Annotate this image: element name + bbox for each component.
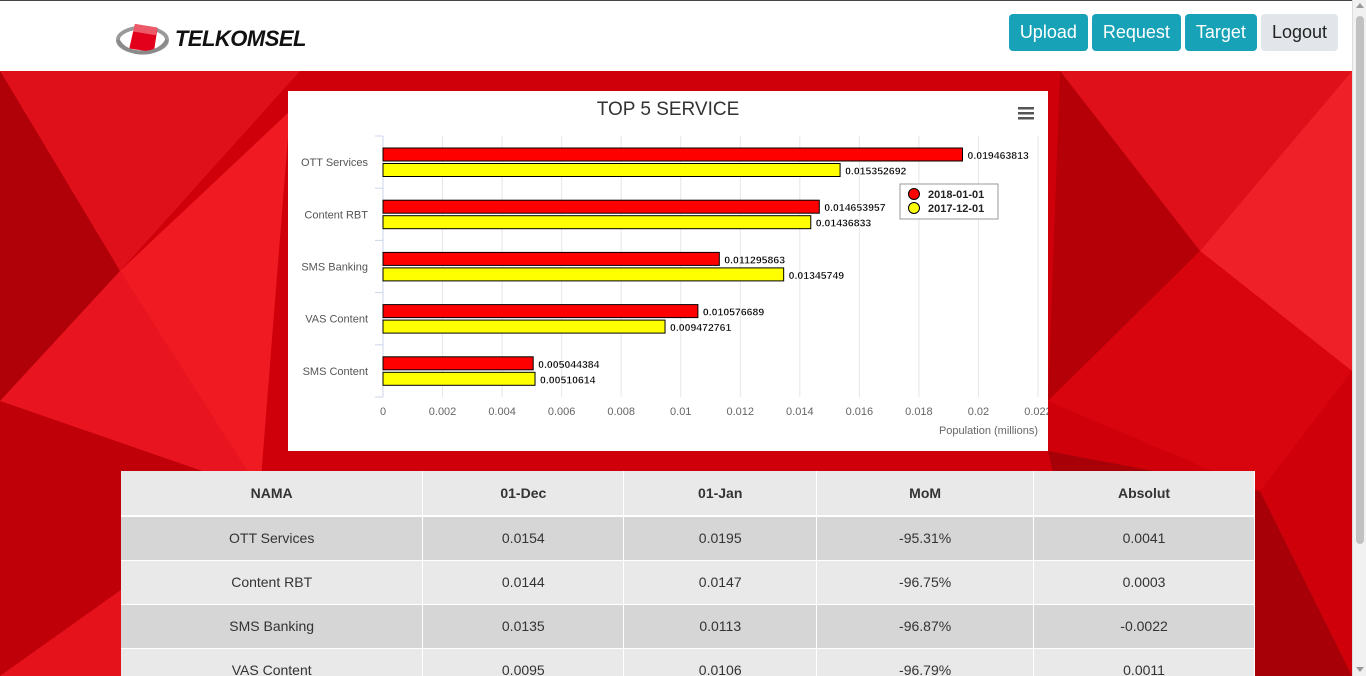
cell-01-dec: 0.0135: [422, 604, 625, 649]
column-header-01-dec: 01-Dec: [422, 471, 625, 517]
cell-mom: -96.87%: [816, 604, 1035, 649]
cell-absolut: 0.0011: [1033, 648, 1255, 676]
bar-data-label: 0.005044384: [538, 359, 599, 371]
scroll-down-arrow-icon[interactable]: [1356, 667, 1364, 672]
bar-data-label: 0.019463813: [967, 150, 1028, 162]
bar-2017-12-01: [382, 215, 812, 230]
table-row: OTT Services 0.0154 0.0195 -95.31% 0.004…: [121, 516, 1255, 561]
x-tick-label: 0.018: [905, 406, 933, 418]
bar-data-label: 0.01436833: [816, 218, 872, 230]
table-row: VAS Content 0.0095 0.0106 -96.79% 0.0011: [121, 648, 1255, 676]
column-header-nama: NAMA: [121, 471, 424, 517]
table-row: Content RBT 0.0144 0.0147 -96.75% 0.0003: [121, 560, 1255, 605]
cell-mom: -95.31%: [816, 516, 1035, 561]
bar-2018-01-01: [382, 304, 699, 319]
table-header-row: NAMA 01-Dec 01-Jan MoM Absolut: [121, 471, 1255, 517]
logout-button[interactable]: Logout: [1260, 14, 1338, 51]
cell-absolut: 0.0003: [1033, 560, 1255, 605]
x-tick-label: 0.002: [429, 406, 457, 418]
telkomsel-logo-icon: [116, 23, 169, 55]
bar-2017-12-01: [382, 267, 785, 282]
cell-01-jan: 0.0147: [623, 560, 818, 605]
top-navbar: TELKOMSEL Upload Request Target Logout: [0, 0, 1352, 71]
x-axis-title: Population (millions): [939, 425, 1038, 437]
bar-data-label: 0.011295863: [724, 254, 785, 266]
bar-2018-01-01: [382, 147, 963, 162]
bar-data-label: 0.009472761: [670, 322, 731, 334]
bar-2018-01-01: [382, 356, 534, 371]
legend-marker: [908, 202, 920, 214]
legend-label: 2018-01-01: [928, 189, 984, 201]
x-tick-label: 0: [380, 406, 386, 418]
bar-data-label: 0.014653957: [824, 202, 885, 214]
cell-absolut: 0.0041: [1033, 516, 1255, 561]
target-button[interactable]: Target: [1184, 14, 1257, 51]
upload-button[interactable]: Upload: [1008, 14, 1088, 51]
x-tick-label: 0.01: [670, 406, 691, 418]
column-header-01-jan: 01-Jan: [623, 471, 818, 517]
scrollbar-thumb[interactable]: [1356, 16, 1364, 544]
cell-01-dec: 0.0154: [422, 516, 625, 561]
x-tick-label: 0.008: [607, 406, 635, 418]
cell-01-jan: 0.0106: [623, 648, 818, 676]
bar-data-label: 0.01345749: [789, 270, 845, 282]
x-tick-label: 0.016: [846, 406, 874, 418]
y-category-label: VAS Content: [305, 314, 368, 326]
y-category-label: SMS Banking: [301, 262, 368, 274]
legend-marker: [908, 188, 920, 200]
chart-title: TOP 5 SERVICE: [597, 99, 740, 120]
nav-buttons: Upload Request Target Logout: [1008, 14, 1338, 51]
cell-mom: -96.79%: [816, 648, 1035, 676]
service-table: NAMA 01-Dec 01-Jan MoM Absolut OTT Servi…: [121, 471, 1255, 676]
cell-mom: -96.75%: [816, 560, 1035, 605]
y-category-label: Content RBT: [304, 209, 368, 221]
x-tick-label: 0.004: [488, 406, 516, 418]
x-tick-label: 0.014: [786, 406, 814, 418]
table-row: SMS Banking 0.0135 0.0113 -96.87% -0.002…: [121, 604, 1255, 649]
request-button[interactable]: Request: [1091, 14, 1181, 51]
bar-2018-01-01: [382, 199, 820, 214]
bar-data-label: 0.010576689: [703, 307, 764, 319]
x-tick-label: 0.02: [968, 406, 989, 418]
x-tick-label: 0.006: [548, 406, 576, 418]
cell-01-dec: 0.0095: [422, 648, 625, 676]
legend-label: 2017-12-01: [928, 203, 984, 215]
chart-menu-icon[interactable]: [1018, 107, 1034, 120]
column-header-mom: MoM: [816, 471, 1035, 517]
scroll-up-arrow-icon[interactable]: [1356, 3, 1364, 8]
bar-2017-12-01: [382, 371, 536, 386]
service-table-container: NAMA 01-Dec 01-Jan MoM Absolut OTT Servi…: [121, 471, 1255, 676]
cell-absolut: -0.0022: [1033, 604, 1255, 649]
cell-nama: Content RBT: [121, 560, 424, 605]
brand-name: TELKOMSEL: [174, 26, 307, 51]
bar-data-label: 0.00510614: [540, 374, 596, 386]
cell-01-dec: 0.0144: [422, 560, 625, 605]
cell-01-jan: 0.0113: [623, 604, 818, 649]
bar-2017-12-01: [382, 163, 841, 177]
top5-service-chart: TOP 5 SERVICE 0 0.002 0.004 0.006 0.008 0.01 0.…: [288, 91, 1048, 451]
bar-chart-svg: TOP 5 SERVICE 0 0.002 0.004 0.006 0.008 0.01 0.…: [301, 99, 1048, 437]
cell-nama: VAS Content: [121, 648, 424, 676]
cell-nama: SMS Banking: [121, 604, 424, 649]
bar-2018-01-01: [382, 251, 720, 266]
column-header-absolut: Absolut: [1033, 471, 1255, 517]
y-category-label: SMS Content: [303, 366, 368, 378]
x-tick-label: 0.012: [727, 406, 755, 418]
bar-data-label: 0.015352692: [845, 166, 906, 178]
cell-01-jan: 0.0195: [623, 516, 818, 561]
cell-nama: OTT Services: [121, 516, 424, 561]
x-tick-label: 0.022: [1024, 406, 1048, 418]
bar-2017-12-01: [382, 319, 666, 334]
y-category-label: OTT Services: [301, 157, 369, 169]
telkomsel-logo[interactable]: TELKOMSEL: [116, 13, 307, 65]
page-scrollbar[interactable]: [1352, 0, 1366, 676]
